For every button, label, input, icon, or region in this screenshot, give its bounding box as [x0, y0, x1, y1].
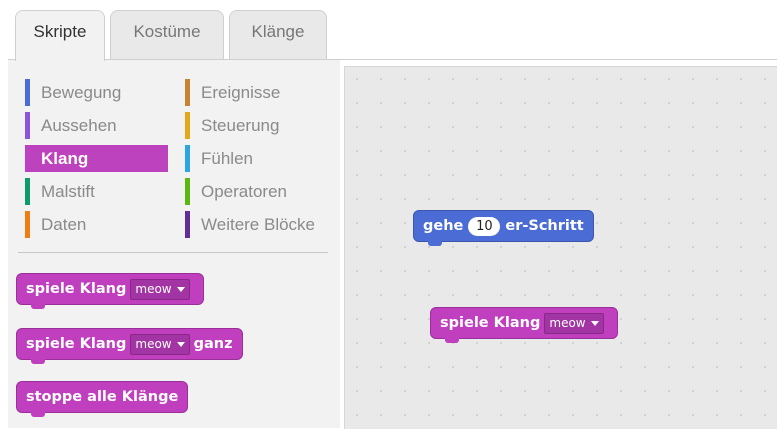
stop-all-sounds-block[interactable]: stoppe alle Klänge	[16, 381, 189, 417]
scripts-area[interactable]: gehe 10 er-Schritt spiele Klang meow	[344, 66, 777, 429]
category-color-bar	[185, 112, 190, 139]
category-pen[interactable]: Malstift	[25, 178, 95, 205]
block-palette: Bewegung Aussehen Klang Malstift Daten E…	[8, 60, 340, 428]
category-color-bar	[25, 211, 30, 238]
play-sound-block-script[interactable]: spiele Klang meow	[430, 307, 618, 343]
category-more-blocks[interactable]: Weitere Blöcke	[185, 211, 315, 238]
block-label: gehe	[423, 218, 464, 234]
dropdown-value: meow	[135, 282, 172, 296]
tab-sounds[interactable]: Klänge	[229, 10, 327, 60]
category-color-bar	[185, 79, 190, 106]
block-notch	[31, 412, 45, 417]
block-notch	[31, 359, 45, 364]
category-label: Klang	[41, 148, 89, 168]
tab-bar: Skripte Kostüme Klänge	[0, 0, 777, 61]
category-label: Aussehen	[41, 115, 117, 135]
dropdown-arrow-icon	[176, 286, 185, 292]
category-color-bar	[25, 79, 30, 106]
block-label: spiele Klang	[26, 281, 127, 297]
category-label: Operatoren	[201, 181, 287, 201]
tab-sounds-label: Klänge	[251, 22, 305, 41]
block-label: spiele Klang	[440, 315, 541, 331]
category-label: Steuerung	[201, 115, 280, 135]
category-label: Bewegung	[41, 82, 122, 102]
steps-input[interactable]: 10	[468, 216, 501, 236]
category-looks[interactable]: Aussehen	[25, 112, 117, 139]
tab-costumes[interactable]: Kostüme	[110, 10, 224, 60]
category-label: Fühlen	[201, 148, 253, 168]
block-notch	[428, 241, 442, 246]
play-sound-until-done-block[interactable]: spiele Klang meow ganz	[16, 328, 243, 364]
block-label: stoppe alle Klänge	[26, 389, 179, 405]
tab-scripts-label: Skripte	[33, 22, 87, 41]
block-suffix: er-Schritt	[505, 218, 584, 234]
move-steps-block[interactable]: gehe 10 er-Schritt	[413, 210, 594, 246]
dropdown-value: meow	[135, 337, 172, 351]
play-sound-block[interactable]: spiele Klang meow	[16, 273, 204, 309]
block-notch	[31, 304, 45, 309]
sound-dropdown[interactable]: meow	[130, 278, 190, 300]
dropdown-arrow-icon	[590, 320, 599, 326]
category-color-bar	[185, 211, 190, 238]
tab-scripts[interactable]: Skripte	[15, 10, 105, 61]
category-operators[interactable]: Operatoren	[185, 178, 287, 205]
category-sensing[interactable]: Fühlen	[185, 145, 253, 172]
category-control[interactable]: Steuerung	[185, 112, 279, 139]
block-label: spiele Klang	[26, 336, 127, 352]
tab-costumes-label: Kostüme	[133, 22, 201, 41]
category-events[interactable]: Ereignisse	[185, 79, 280, 106]
category-label: Malstift	[41, 181, 95, 201]
dropdown-arrow-icon	[176, 341, 185, 347]
block-notch	[445, 338, 459, 343]
category-color-bar	[25, 112, 30, 139]
sound-dropdown[interactable]: meow	[544, 312, 604, 334]
block-suffix: ganz	[193, 336, 233, 352]
category-label: Weitere Blöcke	[201, 214, 316, 234]
category-color-bar	[185, 145, 190, 172]
category-motion[interactable]: Bewegung	[25, 79, 121, 106]
palette-divider	[18, 252, 328, 253]
category-label: Ereignisse	[201, 82, 281, 102]
dropdown-value: meow	[549, 316, 586, 330]
category-color-bar	[25, 178, 30, 205]
category-color-bar	[185, 178, 190, 205]
category-data[interactable]: Daten	[25, 211, 86, 238]
sound-dropdown[interactable]: meow	[130, 333, 190, 355]
category-label: Daten	[41, 214, 87, 234]
category-sound[interactable]: Klang	[25, 145, 168, 172]
category-color-bar	[25, 145, 30, 172]
